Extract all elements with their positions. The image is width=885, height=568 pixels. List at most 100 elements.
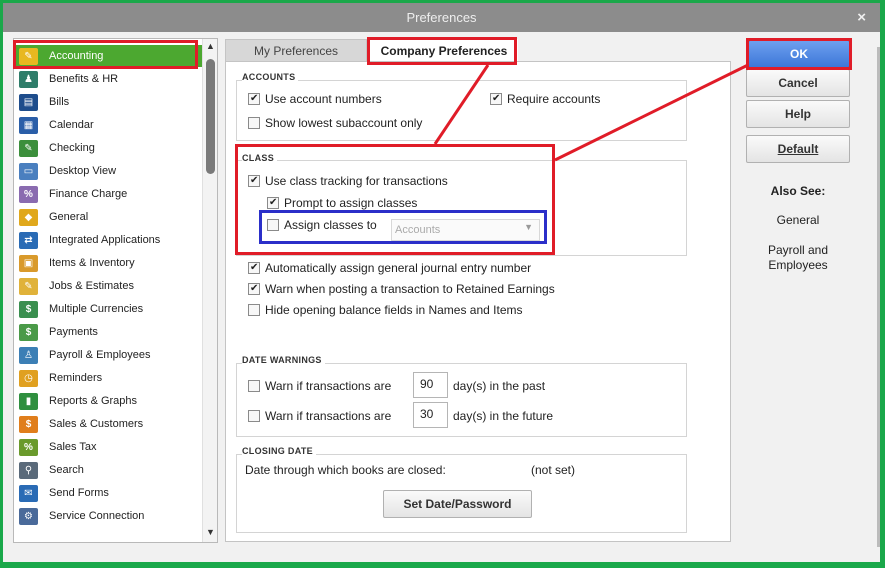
jobs-estimates-icon: ✎ bbox=[19, 277, 38, 295]
warn-retained-row: Warn when posting a transaction to Retai… bbox=[248, 282, 555, 296]
prompt-assign-classes-checkbox[interactable] bbox=[267, 197, 279, 209]
cancel-button[interactable]: Cancel bbox=[746, 69, 850, 97]
closing-date-title: CLOSING DATE bbox=[242, 446, 316, 456]
use-account-numbers-checkbox[interactable] bbox=[248, 93, 260, 105]
sidebar-item-accounting[interactable]: ✎ Accounting bbox=[16, 45, 202, 67]
title-bar: Preferences × bbox=[3, 3, 880, 32]
payroll-employees-icon: ♙ bbox=[19, 346, 38, 364]
sidebar-item-payroll-employees[interactable]: ♙ Payroll & Employees bbox=[16, 344, 202, 366]
close-icon[interactable]: × bbox=[857, 3, 866, 32]
assign-classes-dropdown[interactable]: Accounts ▼ bbox=[391, 219, 540, 241]
show-lowest-subaccount-row: Show lowest subaccount only bbox=[248, 116, 422, 130]
send-forms-icon: ✉ bbox=[19, 484, 38, 502]
sidebar-item-service-connection[interactable]: ⚙ Service Connection bbox=[16, 505, 202, 527]
closing-date-label: Date through which books are closed: bbox=[245, 463, 446, 477]
sidebar-item-search[interactable]: ⚲ Search bbox=[16, 459, 202, 481]
require-accounts-row: Require accounts bbox=[490, 92, 600, 106]
warn-future-label: Warn if transactions are bbox=[265, 409, 392, 423]
show-lowest-subaccount-label: Show lowest subaccount only bbox=[265, 116, 423, 130]
tab-my-preferences[interactable]: My Preferences bbox=[225, 39, 367, 62]
warn-future-suffix: day(s) in the future bbox=[453, 409, 554, 423]
sidebar-item-benefits-hr[interactable]: ♟ Benefits & HR bbox=[16, 68, 202, 90]
require-accounts-checkbox[interactable] bbox=[490, 93, 502, 105]
set-date-password-button[interactable]: Set Date/Password bbox=[383, 490, 532, 518]
use-class-tracking-label: Use class tracking for transactions bbox=[265, 174, 448, 188]
warn-future-checkbox[interactable] bbox=[248, 410, 260, 422]
sidebar-item-general[interactable]: ◆ General bbox=[16, 206, 202, 228]
sidebar-item-reports-graphs[interactable]: ▮ Reports & Graphs bbox=[16, 390, 202, 412]
sidebar-item-label: Integrated Applications bbox=[49, 234, 161, 246]
warn-past-days-input[interactable]: 90 bbox=[413, 372, 448, 398]
warn-past-checkbox[interactable] bbox=[248, 380, 260, 392]
also-see-payroll-link[interactable]: Payroll and Employees bbox=[746, 243, 850, 273]
warn-future-days-input[interactable]: 30 bbox=[413, 402, 448, 428]
sidebar-scrollbar[interactable]: ▲ ▼ bbox=[202, 39, 217, 542]
sidebar-item-checking[interactable]: ✎ Checking bbox=[16, 137, 202, 159]
sidebar-item-desktop-view[interactable]: ▭ Desktop View bbox=[16, 160, 202, 182]
scroll-down-arrow-icon[interactable]: ▼ bbox=[203, 525, 218, 540]
window-title: Preferences bbox=[406, 10, 477, 25]
tab-company-preferences[interactable]: Company Preferences bbox=[370, 39, 518, 62]
calendar-icon: ▦ bbox=[19, 116, 38, 134]
sidebar-item-items-inventory[interactable]: ▣ Items & Inventory bbox=[16, 252, 202, 274]
date-warnings-group bbox=[236, 363, 687, 437]
warn-retained-label: Warn when posting a transaction to Retai… bbox=[265, 282, 555, 296]
integrated-apps-icon: ⇄ bbox=[19, 231, 38, 249]
sidebar-item-jobs-estimates[interactable]: ✎ Jobs & Estimates bbox=[16, 275, 202, 297]
sidebar-item-label: Payments bbox=[49, 326, 98, 338]
sidebar-item-label: Items & Inventory bbox=[49, 257, 135, 269]
sidebar-item-label: Payroll & Employees bbox=[49, 349, 151, 361]
warn-retained-checkbox[interactable] bbox=[248, 283, 260, 295]
assign-classes-to-label: Assign classes to bbox=[284, 218, 377, 232]
sidebar-item-bills[interactable]: ▤ Bills bbox=[16, 91, 202, 113]
class-group-title: CLASS bbox=[242, 153, 278, 163]
finance-charge-icon: % bbox=[19, 185, 38, 203]
auto-journal-label: Automatically assign general journal ent… bbox=[265, 261, 532, 275]
sales-tax-icon: % bbox=[19, 438, 38, 456]
sidebar-item-label: Multiple Currencies bbox=[49, 303, 144, 315]
sidebar-item-multiple-currencies[interactable]: $ Multiple Currencies bbox=[16, 298, 202, 320]
sidebar-item-label: Sales Tax bbox=[49, 441, 97, 453]
items-inventory-icon: ▣ bbox=[19, 254, 38, 272]
warn-past-row: Warn if transactions are bbox=[248, 379, 391, 393]
sidebar-item-label: Service Connection bbox=[49, 510, 145, 522]
sidebar-item-sales-customers[interactable]: $ Sales & Customers bbox=[16, 413, 202, 435]
scroll-up-arrow-icon[interactable]: ▲ bbox=[203, 39, 218, 54]
scrollbar-thumb[interactable] bbox=[206, 59, 215, 174]
sidebar-item-label: General bbox=[49, 211, 89, 223]
sidebar-item-label: Bills bbox=[49, 96, 70, 108]
sidebar-item-integrated-applications[interactable]: ⇄ Integrated Applications bbox=[16, 229, 202, 251]
prompt-assign-classes-row: Prompt to assign classes bbox=[267, 196, 417, 210]
warn-past-suffix: day(s) in the past bbox=[453, 379, 546, 393]
ok-button[interactable]: OK bbox=[748, 40, 850, 68]
hide-opening-balance-label: Hide opening balance fields in Names and… bbox=[265, 303, 523, 317]
sidebar-item-calendar[interactable]: ▦ Calendar bbox=[16, 114, 202, 136]
bills-icon: ▤ bbox=[19, 93, 38, 111]
sidebar-item-sales-tax[interactable]: % Sales Tax bbox=[16, 436, 202, 458]
sidebar-item-reminders[interactable]: ◷ Reminders bbox=[16, 367, 202, 389]
sidebar-item-label: Finance Charge bbox=[49, 188, 128, 200]
accounts-group bbox=[236, 80, 687, 141]
also-see-title: Also See: bbox=[770, 184, 826, 198]
preferences-window: Preferences × ✎ Accounting ♟ Benefits & HR ▤… bbox=[3, 3, 880, 562]
help-button[interactable]: Help bbox=[746, 100, 850, 128]
hide-opening-balance-checkbox[interactable] bbox=[248, 304, 260, 316]
require-accounts-label: Require accounts bbox=[507, 92, 601, 106]
sidebar-item-label: Benefits & HR bbox=[49, 73, 119, 85]
sidebar-item-label: Search bbox=[49, 464, 84, 476]
sidebar-item-label: Checking bbox=[49, 142, 95, 154]
sidebar-item-label: Desktop View bbox=[49, 165, 117, 177]
use-class-tracking-checkbox[interactable] bbox=[248, 175, 260, 187]
also-see-general-link[interactable]: General bbox=[746, 213, 850, 227]
show-lowest-subaccount-checkbox[interactable] bbox=[248, 117, 260, 129]
sidebar-item-payments[interactable]: $ Payments bbox=[16, 321, 202, 343]
warn-future-row: Warn if transactions are bbox=[248, 409, 391, 423]
sales-customers-icon: $ bbox=[19, 415, 38, 433]
sidebar-item-finance-charge[interactable]: % Finance Charge bbox=[16, 183, 202, 205]
auto-journal-checkbox[interactable] bbox=[248, 262, 260, 274]
assign-classes-to-row: Assign classes to bbox=[267, 218, 377, 232]
search-icon: ⚲ bbox=[19, 461, 38, 479]
sidebar-item-send-forms[interactable]: ✉ Send Forms bbox=[16, 482, 202, 504]
default-button[interactable]: Default bbox=[746, 135, 850, 163]
assign-classes-to-checkbox[interactable] bbox=[267, 219, 279, 231]
